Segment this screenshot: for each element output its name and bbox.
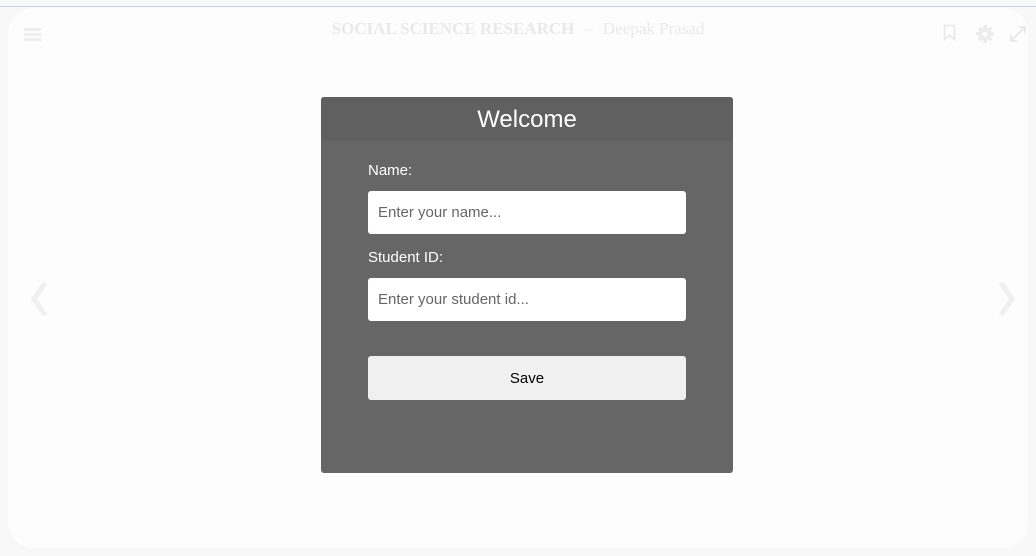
dialog-title: Welcome <box>321 97 733 141</box>
ebook-viewer: SOCIAL SCIENCE RESEARCH–Deepak Prasad <box>0 0 1036 556</box>
save-button[interactable]: Save <box>368 356 686 400</box>
student-id-label: Student ID: <box>368 249 444 266</box>
name-label: Name: <box>368 162 413 179</box>
welcome-dialog: Welcome Name: Student ID: Save <box>321 97 733 473</box>
title-separator: – <box>584 19 593 38</box>
author-name: Deepak Prasad <box>602 19 705 38</box>
gear-icon[interactable] <box>975 24 995 49</box>
name-input[interactable] <box>368 191 686 234</box>
top-divider <box>0 6 1036 7</box>
expand-icon[interactable] <box>1008 24 1028 49</box>
chevron-right-icon[interactable] <box>998 280 1016 323</box>
student-id-input[interactable] <box>368 278 686 321</box>
chevron-left-icon[interactable] <box>30 280 48 323</box>
bookmark-icon[interactable] <box>943 24 956 46</box>
page-title: SOCIAL SCIENCE RESEARCH – Deepak Prasad <box>0 19 1036 39</box>
book-title: SOCIAL SCIENCE RESEARCH <box>331 19 575 38</box>
